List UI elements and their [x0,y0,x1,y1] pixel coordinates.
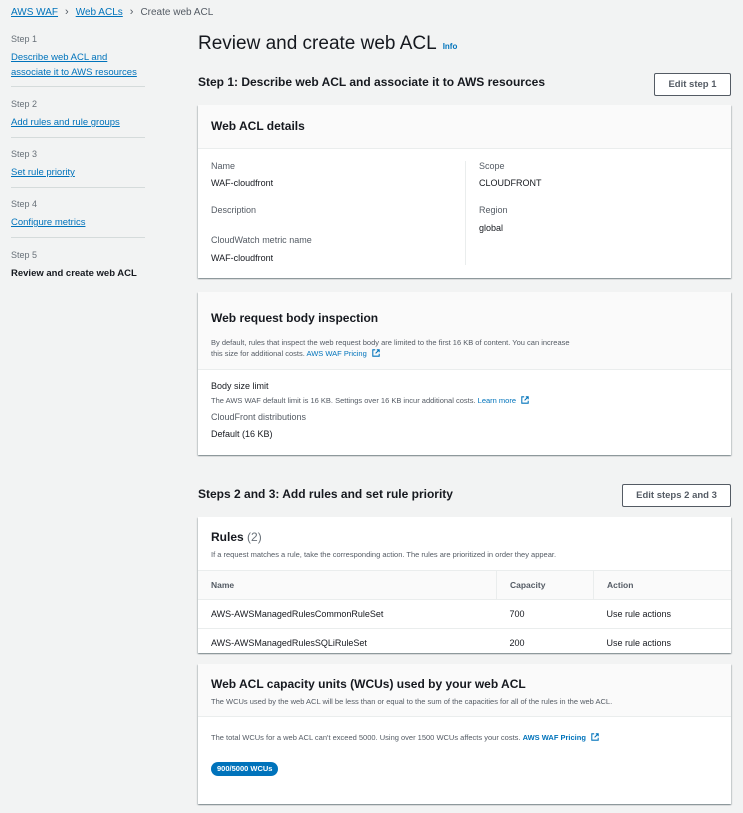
step-link-priority[interactable]: Set rule priority [11,165,145,180]
panel-header: Web ACL details [198,105,731,149]
scope-key: Scope [479,161,505,171]
metric-name-key: CloudWatch metric name [211,235,312,245]
page-title-text: Review and create web ACL [198,33,437,54]
column-header-name[interactable]: Name [198,570,497,600]
panel-header: Web request body inspection By default, … [198,292,731,370]
region-value: global [479,223,504,233]
wcu-description: The WCUs used by the web ACL will be les… [211,697,613,706]
description-key: Description [211,205,257,215]
region-key: Region [479,205,508,215]
step-number: Step 3 [11,149,38,159]
metric-name-value: WAF-cloudfront [211,253,274,263]
step-number: Step 2 [11,99,38,109]
rule-action: Use rule actions [606,638,672,648]
cloudfront-value: Default (16 KB) [211,429,273,439]
breadcrumb-current: Create web ACL [140,6,214,18]
aws-waf-pricing-link[interactable]: AWS WAF Pricing [306,349,366,358]
wcu-panel: Web ACL capacity units (WCUs) used by yo… [198,664,731,804]
page-title: Review and create web ACL Info [198,33,457,55]
cloudfront-key: CloudFront distributions [211,412,307,422]
breadcrumb: AWS WAF › Web ACLs › Create web ACL [11,6,213,18]
external-link-icon [521,396,529,404]
step-link-describe[interactable]: Describe web ACL and associate it to AWS… [11,50,145,80]
column-header-action[interactable]: Action [593,570,731,600]
table-header-row: Name Capacity Action [198,570,731,600]
panel-title: Web ACL capacity units (WCUs) used by yo… [211,677,526,691]
panel-header: Web ACL capacity units (WCUs) used by yo… [198,664,731,717]
wizard-step-2: Step 2 Add rules and rule groups [11,99,145,130]
panel-description: By default, rules that inspect the web r… [211,338,570,358]
rule-name: AWS-AWSManagedRulesSQLiRuleSet [211,638,367,648]
edit-steps23-button[interactable]: Edit steps 2 and 3 [622,484,731,507]
rules-table: Name Capacity Action AWS-AWSManagedRules… [198,570,731,657]
wizard-step-1: Step 1 Describe web ACL and associate it… [11,34,145,80]
step23-heading: Steps 2 and 3: Add rules and set rule pr… [198,487,453,501]
breadcrumb-web-acls[interactable]: Web ACLs [76,7,123,18]
wizard-step-4: Step 4 Configure metrics [11,199,145,230]
panel-header: Rules (2) If a request matches a rule, t… [198,517,731,570]
panel-title: Rules [211,530,244,544]
step-link-metrics[interactable]: Configure metrics [11,215,145,230]
rules-count: (2) [247,530,262,544]
external-link-icon [372,349,380,357]
aws-waf-pricing-link[interactable]: AWS WAF Pricing [523,733,586,742]
divider [11,237,145,238]
step-number: Step 4 [11,199,38,209]
body-size-key: Body size limit [211,381,269,391]
table-row: AWS-AWSManagedRulesCommonRuleSet 700 Use… [198,599,731,629]
rule-action: Use rule actions [593,599,731,629]
name-value: WAF-cloudfront [211,178,274,188]
step-current-review: Review and create web ACL [11,268,137,279]
column-header-capacity[interactable]: Capacity [496,570,594,600]
external-link-icon [591,733,599,741]
rule-capacity: 700 [496,599,594,629]
divider [11,86,145,87]
info-link[interactable]: Info [443,42,458,51]
chevron-right-icon: › [129,6,134,18]
breadcrumb-aws-waf[interactable]: AWS WAF [11,7,58,18]
step-link-add-rules[interactable]: Add rules and rule groups [11,115,145,130]
rule-capacity: 200 [509,638,525,648]
step-number: Step 1 [11,34,38,44]
body-inspection-panel: Web request body inspection By default, … [198,292,731,455]
panel-title: Web request body inspection [211,311,379,325]
step1-heading: Step 1: Describe web ACL and associate i… [198,75,545,89]
divider [11,187,145,188]
column-divider [465,161,466,265]
rules-description: If a request matches a rule, take the co… [211,550,557,559]
rule-name: AWS-AWSManagedRulesCommonRuleSet [198,599,497,629]
chevron-right-icon: › [65,6,69,18]
panel-title: Web ACL details [211,119,305,133]
wcu-badge: 900/5000 WCUs [211,762,279,776]
step-number: Step 5 [11,250,38,260]
body-size-description: The AWS WAF default limit is 16 KB. Sett… [211,395,529,406]
web-acl-details-panel: Web ACL details Name WAF-cloudfront Desc… [198,105,731,278]
divider [11,137,145,138]
wizard-step-3: Step 3 Set rule priority [11,149,145,180]
wizard-step-5: Step 5 Review and create web ACL [11,250,145,281]
wcu-note: The total WCUs for a web ACL can't excee… [211,732,599,743]
edit-step1-button[interactable]: Edit step 1 [654,73,731,96]
scope-value: CLOUDFRONT [479,178,542,188]
learn-more-link[interactable]: Learn more [478,396,516,405]
table-row: AWS-AWSManagedRulesSQLiRuleSet 200 Use r… [198,629,731,658]
name-key: Name [211,161,236,171]
rules-panel: Rules (2) If a request matches a rule, t… [198,517,731,653]
